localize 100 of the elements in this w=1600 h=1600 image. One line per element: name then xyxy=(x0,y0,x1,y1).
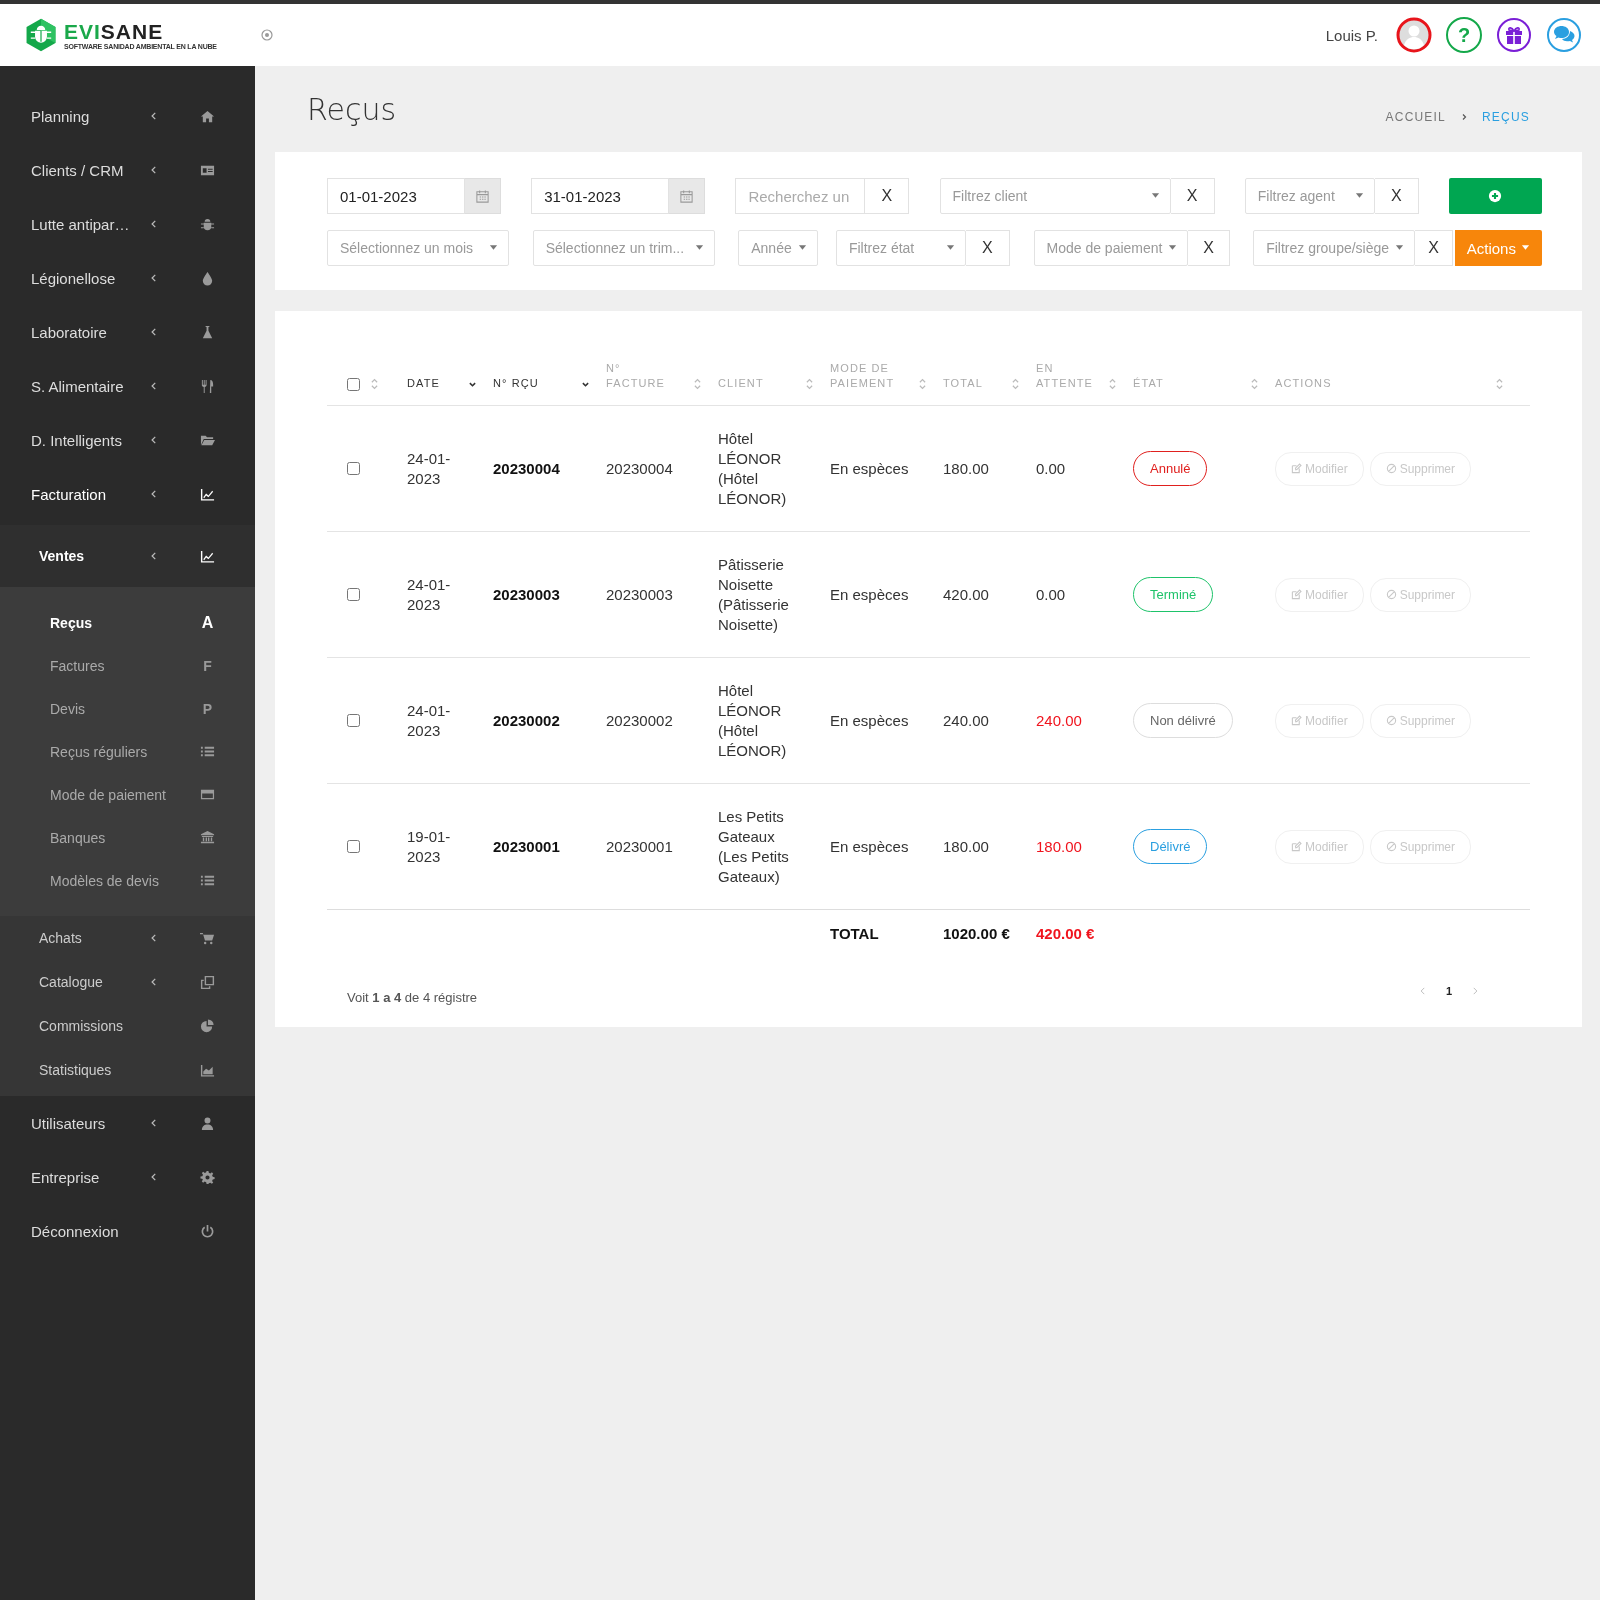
menu-item[interactable]: Clients / CRM xyxy=(31,161,149,179)
row-checkbox[interactable] xyxy=(347,462,360,475)
column-header[interactable]: N° RÇU xyxy=(493,376,539,391)
menu-item[interactable]: Catalogue xyxy=(39,974,149,990)
table-cell: 20230004 xyxy=(606,460,673,477)
search-field[interactable]: Recherchez un xyxy=(735,178,866,214)
cart-icon xyxy=(200,930,215,946)
chevron-icon xyxy=(149,489,159,499)
sort-icon[interactable] xyxy=(1495,377,1504,391)
records-info: Voit 1 a 4 de 4 régistre xyxy=(347,990,478,1005)
row-checkbox[interactable] xyxy=(347,840,360,853)
calendar-icon xyxy=(679,188,695,204)
select-field[interactable]: Filtrez agent xyxy=(1244,178,1375,214)
menu-item[interactable]: Déconnexion xyxy=(31,1222,149,1240)
target-icon[interactable] xyxy=(260,29,273,41)
caret-icon xyxy=(1520,245,1530,251)
date-field[interactable]: 31-01-2023 xyxy=(531,178,670,214)
menu-item[interactable]: Achats xyxy=(39,930,149,946)
select-field[interactable]: Filtrez groupe/siège xyxy=(1253,230,1416,266)
sort-icon[interactable] xyxy=(805,377,814,391)
chevron-icon xyxy=(149,933,159,943)
menu-item[interactable]: Laboratoire xyxy=(31,323,149,341)
select-field[interactable]: Sélectionnez un mois xyxy=(327,230,509,266)
menu-item[interactable]: Légionellose xyxy=(31,269,149,287)
sort-icon[interactable] xyxy=(1011,377,1020,391)
brand-name: EVISANE xyxy=(64,20,165,43)
menu-item[interactable]: Planning xyxy=(31,107,149,125)
page-link[interactable]: 1 xyxy=(1445,984,1452,997)
menu-item[interactable]: Reçus xyxy=(50,614,93,631)
sort-icon[interactable] xyxy=(1250,377,1259,391)
menu-item[interactable]: D. Intelligents xyxy=(31,431,149,449)
table-cell-text: 19-01-2023 xyxy=(407,826,452,867)
table-cell: 180.00 xyxy=(1036,838,1082,855)
table-cell: 20230003 xyxy=(606,586,673,603)
pie-chart-icon xyxy=(200,1018,215,1034)
menu-item[interactable]: Modèles de devis xyxy=(50,872,159,889)
select-field[interactable]: Sélectionnez un trim... xyxy=(532,230,715,266)
chevron-icon xyxy=(149,435,159,445)
chevron-icon xyxy=(149,273,159,283)
table-cell-text: Hôtel LÉONOR (Hôtel LÉONOR) xyxy=(718,428,788,509)
menu-item[interactable]: Utilisateurs xyxy=(31,1114,149,1132)
sort-icon[interactable] xyxy=(693,377,702,391)
breadcrumb-link[interactable]: REÇUS xyxy=(1482,110,1530,124)
select-all-checkbox[interactable] xyxy=(347,378,360,391)
total-label: TOTAL xyxy=(830,924,879,942)
menu-item[interactable]: S. Alimentaire xyxy=(31,377,149,395)
next-page-icon[interactable] xyxy=(1470,985,1480,996)
menu-item[interactable]: Mode de paiement xyxy=(50,786,166,803)
clear-button[interactable]: X xyxy=(1374,178,1419,214)
line-chart-icon xyxy=(200,486,215,502)
letter-icon: F xyxy=(200,657,215,674)
menu-item[interactable]: Ventes xyxy=(39,548,149,564)
select-field[interactable]: Mode de paiement xyxy=(1033,230,1189,266)
menu-item[interactable]: Devis xyxy=(50,700,85,717)
menu-item[interactable]: Commissions xyxy=(39,1018,149,1034)
chevron-icon xyxy=(149,219,159,229)
menu-item[interactable]: Reçus réguliers xyxy=(50,743,148,760)
calendar-button[interactable] xyxy=(669,178,706,214)
ban-icon xyxy=(1385,841,1397,852)
row-checkbox[interactable] xyxy=(347,588,360,601)
sort-icon[interactable] xyxy=(918,377,927,391)
table-cell: 180.00 xyxy=(943,460,989,477)
menu-item[interactable]: Banques xyxy=(50,829,106,846)
clear-button[interactable]: X xyxy=(1170,178,1215,214)
clear-button[interactable]: X xyxy=(1188,230,1230,266)
avatar-icon[interactable] xyxy=(1396,17,1432,53)
actions-button[interactable]: Actions xyxy=(1454,230,1542,266)
menu-item[interactable]: Statistiques xyxy=(39,1062,149,1078)
table-cell: En espèces xyxy=(830,586,909,603)
sort-icon[interactable] xyxy=(370,377,379,391)
chevron-icon xyxy=(149,1118,159,1128)
list-icon xyxy=(200,873,215,888)
menu-item[interactable]: Facturation xyxy=(31,485,149,503)
utensils-icon xyxy=(200,378,215,394)
caret-icon xyxy=(945,245,955,251)
letter-icon: P xyxy=(200,700,215,717)
user-name[interactable]: Louis P. xyxy=(1325,26,1378,44)
chat-icon[interactable] xyxy=(1546,17,1582,53)
gift-icon[interactable] xyxy=(1496,17,1532,53)
menu-item[interactable]: Factures xyxy=(50,657,105,674)
clear-button[interactable]: X xyxy=(1415,230,1454,266)
row-checkbox[interactable] xyxy=(347,714,360,727)
table-cell: En espèces xyxy=(830,460,909,477)
table-cell: 20230002 xyxy=(606,712,673,729)
sort-icon[interactable] xyxy=(1108,377,1117,391)
menu-item[interactable]: Entreprise xyxy=(31,1168,149,1186)
breadcrumb-link[interactable]: ACCUEIL xyxy=(1385,110,1446,124)
menu-item[interactable]: Lutte antipar… xyxy=(31,215,149,233)
clear-button[interactable]: X xyxy=(965,230,1010,266)
area-chart-icon xyxy=(200,1062,215,1078)
select-field[interactable]: Filtrez état xyxy=(835,230,966,266)
add-button[interactable] xyxy=(1448,178,1542,214)
help-button[interactable]: ? xyxy=(1446,17,1482,53)
date-field[interactable]: 01-01-2023 xyxy=(327,178,465,214)
card-icon xyxy=(200,787,215,802)
select-field[interactable]: Année xyxy=(738,230,818,266)
column-header[interactable]: DATE xyxy=(407,376,440,391)
clear-button[interactable]: X xyxy=(865,178,910,214)
select-field[interactable]: Filtrez client xyxy=(939,178,1171,214)
calendar-button[interactable] xyxy=(465,178,501,214)
